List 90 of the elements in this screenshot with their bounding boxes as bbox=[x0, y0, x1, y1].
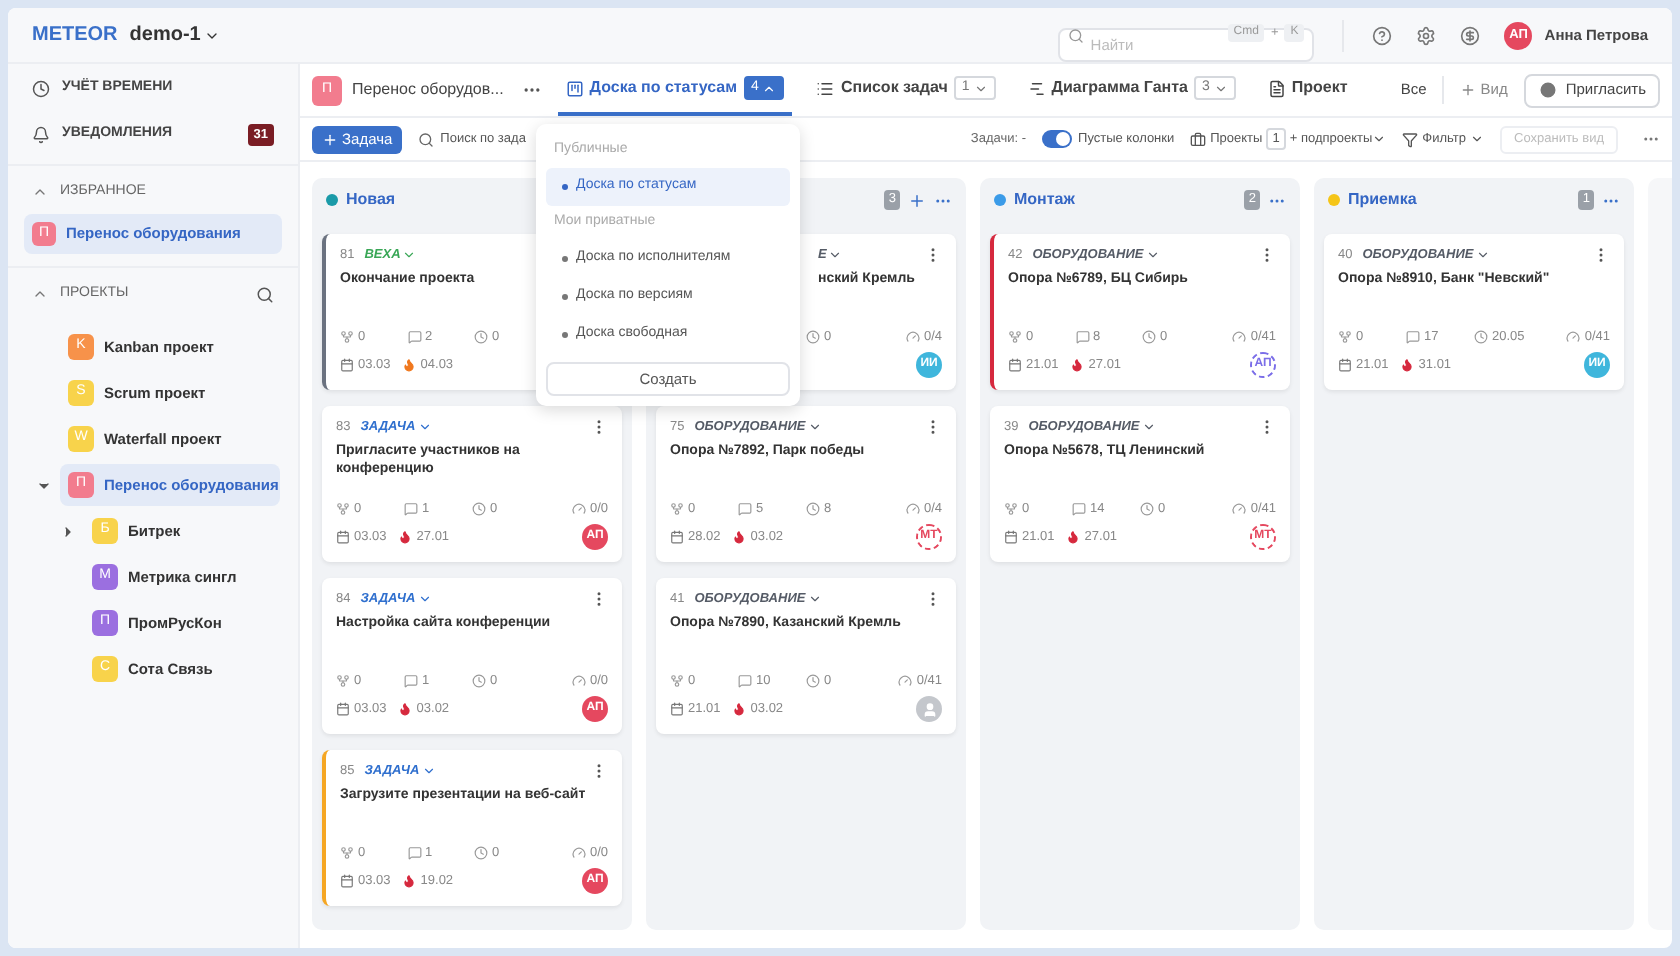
workspace-selector[interactable]: demo-1 bbox=[129, 20, 221, 50]
subtasks-icon bbox=[670, 502, 684, 516]
briefcase-icon bbox=[1190, 131, 1207, 147]
chevron-icon bbox=[1470, 132, 1485, 146]
clock-icon bbox=[806, 330, 820, 344]
comment-icon bbox=[404, 674, 418, 688]
gauge-icon bbox=[571, 674, 586, 688]
comment-icon bbox=[1075, 330, 1089, 344]
calendar-icon bbox=[1338, 358, 1352, 372]
user-avatar-icon bbox=[916, 696, 942, 722]
gauge-icon bbox=[571, 846, 586, 860]
clock-icon bbox=[806, 674, 820, 688]
clock-icon bbox=[1474, 330, 1488, 344]
calendar-icon bbox=[340, 874, 354, 888]
comment-icon bbox=[404, 502, 418, 516]
clock-icon bbox=[472, 674, 486, 688]
calendar-icon bbox=[336, 530, 350, 544]
column-title: Новая bbox=[346, 188, 396, 212]
subtasks-icon bbox=[1338, 330, 1352, 344]
project-title: Перенос оборудов... bbox=[352, 78, 504, 102]
brand-logo: METEOR bbox=[32, 22, 118, 50]
subtasks-icon bbox=[1004, 502, 1018, 516]
collapse-icon[interactable] bbox=[32, 286, 48, 302]
gauge-icon bbox=[905, 330, 920, 344]
clock-icon bbox=[806, 502, 820, 516]
calendar-icon bbox=[340, 358, 354, 372]
chevron-icon bbox=[762, 81, 777, 95]
search-icon bbox=[1068, 27, 1085, 43]
clock-icon bbox=[32, 80, 50, 98]
calendar-icon bbox=[1008, 358, 1022, 372]
chevron-icon bbox=[807, 592, 822, 606]
chevron-icon bbox=[402, 248, 417, 262]
gauge-icon bbox=[905, 502, 920, 516]
chevron-icon bbox=[1213, 81, 1228, 95]
column-title: Приемка bbox=[1348, 188, 1417, 212]
comment-icon bbox=[738, 502, 752, 516]
help-icon[interactable] bbox=[1372, 25, 1393, 45]
chevron-icon bbox=[1372, 132, 1387, 146]
chevron-icon bbox=[828, 248, 843, 262]
filter-icon bbox=[1402, 131, 1419, 147]
search-icon bbox=[418, 131, 435, 147]
comment-icon bbox=[1072, 502, 1086, 516]
collapse-icon[interactable] bbox=[32, 184, 48, 200]
plus-icon bbox=[1460, 82, 1477, 98]
gauge-icon bbox=[1232, 330, 1247, 344]
subtasks-icon bbox=[1008, 330, 1022, 344]
add-icon[interactable] bbox=[908, 191, 926, 209]
chevron-icon bbox=[417, 592, 432, 606]
chevron-icon bbox=[973, 81, 988, 95]
settings-icon[interactable] bbox=[1416, 25, 1437, 45]
gauge-icon bbox=[1232, 502, 1247, 516]
toggle-switch[interactable] bbox=[1042, 130, 1073, 148]
view-icon bbox=[565, 79, 584, 97]
calendar-icon bbox=[670, 530, 684, 544]
clock-icon bbox=[474, 330, 488, 344]
view-tab[interactable]: Проект bbox=[1259, 64, 1356, 116]
gauge-icon bbox=[571, 502, 586, 516]
expand-icon[interactable] bbox=[60, 523, 76, 539]
gauge-icon bbox=[1566, 330, 1581, 344]
coin-icon[interactable] bbox=[1460, 25, 1481, 45]
view-icon bbox=[1267, 79, 1286, 97]
calendar-icon bbox=[336, 702, 350, 716]
subtasks-icon bbox=[340, 846, 354, 860]
comment-icon bbox=[407, 846, 421, 860]
chevron-icon bbox=[1141, 420, 1156, 434]
view-icon bbox=[816, 79, 835, 97]
subtasks-icon bbox=[670, 674, 684, 688]
clock-icon bbox=[1140, 502, 1154, 516]
comment-icon bbox=[1406, 330, 1420, 344]
comment-icon bbox=[407, 330, 421, 344]
chevron-icon bbox=[421, 764, 436, 778]
subtasks-icon bbox=[336, 502, 350, 516]
column-title: Монтаж bbox=[1014, 188, 1075, 212]
comment-icon bbox=[738, 674, 752, 688]
clock-icon bbox=[474, 846, 488, 860]
calendar-icon bbox=[1004, 530, 1018, 544]
gauge-icon bbox=[898, 674, 913, 688]
clock-icon bbox=[1142, 330, 1156, 344]
subtasks-icon bbox=[336, 674, 350, 688]
search-icon[interactable] bbox=[256, 285, 274, 303]
view-icon bbox=[1027, 79, 1046, 97]
plus-icon bbox=[322, 131, 338, 147]
calendar-icon bbox=[670, 702, 684, 716]
subtasks-icon bbox=[340, 330, 354, 344]
chevron-icon bbox=[1145, 248, 1160, 262]
chevron-icon bbox=[807, 420, 822, 434]
chevron-icon bbox=[417, 420, 432, 434]
chevron-icon bbox=[1475, 248, 1490, 262]
bell-icon bbox=[32, 126, 50, 144]
clock-icon bbox=[472, 502, 486, 516]
